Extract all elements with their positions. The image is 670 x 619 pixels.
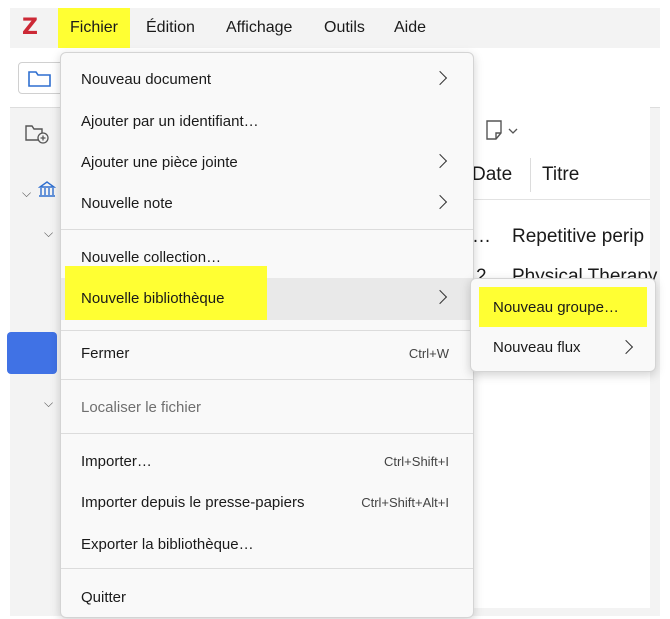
- menubar: Z Fichier Édition Affichage Outils Aide: [10, 8, 660, 48]
- menu-separator: [61, 229, 473, 230]
- library-icon: [38, 181, 56, 197]
- menu-separator: [61, 379, 473, 380]
- menu-separator: [61, 568, 473, 569]
- library-tab[interactable]: [18, 62, 66, 94]
- menu-aide[interactable]: Aide: [382, 8, 438, 48]
- column-separator: [530, 158, 531, 192]
- chevron-right-icon: [432, 70, 448, 86]
- expand-chevron-icon[interactable]: ⌵: [44, 226, 53, 241]
- selected-collection[interactable]: [7, 332, 57, 374]
- menu-separator: [61, 433, 473, 434]
- chevron-right-icon: [432, 194, 448, 210]
- menu-item-ajouter-piece-jointe[interactable]: Ajouter une pièce jointe: [61, 142, 473, 183]
- menu-item-nouvelle-bibliotheque[interactable]: Nouvelle bibliothèque: [61, 266, 473, 320]
- chevron-right-icon: [432, 153, 448, 169]
- menu-item-nouveau-flux[interactable]: Nouveau flux: [471, 327, 655, 369]
- folder-icon: [28, 71, 51, 87]
- column-date[interactable]: Date: [472, 164, 512, 186]
- menu-item-nouvelle-note[interactable]: Nouvelle note: [61, 183, 473, 224]
- library-submenu: Nouveau groupe… Nouveau flux: [470, 278, 656, 372]
- menu-item-nouveau-groupe[interactable]: Nouveau groupe…: [471, 283, 655, 327]
- chevron-right-icon: [618, 339, 634, 355]
- menu-item-localiser-fichier: Localiser le fichier: [81, 399, 202, 416]
- menu-item-importer[interactable]: Importer… Ctrl+Shift+I: [61, 441, 473, 482]
- menu-edition[interactable]: Édition: [134, 8, 207, 48]
- file-menu: Nouveau document Ajouter par un identifi…: [60, 52, 474, 618]
- row-title[interactable]: Repetitive perip: [512, 226, 644, 248]
- menu-item-exporter-bibliotheque[interactable]: Exporter la bibliothèque…: [61, 524, 473, 565]
- zotero-logo: Z: [22, 15, 38, 40]
- row-date: …: [472, 226, 491, 247]
- menu-fichier[interactable]: Fichier: [58, 8, 131, 48]
- menu-item-importer-presse-papiers[interactable]: Importer depuis le presse-papiers Ctrl+S…: [61, 482, 473, 523]
- menu-item-quitter[interactable]: Quitter: [61, 577, 473, 618]
- menu-item-ajouter-identifiant[interactable]: Ajouter par un identifiant…: [61, 101, 473, 142]
- expand-chevron-icon[interactable]: ⌵: [44, 396, 53, 411]
- menu-affichage[interactable]: Affichage: [214, 8, 304, 48]
- menu-item-fermer[interactable]: Fermer Ctrl+W: [61, 333, 473, 374]
- column-title[interactable]: Titre: [542, 164, 579, 186]
- new-note-icon[interactable]: [484, 118, 524, 144]
- new-collection-icon[interactable]: [24, 120, 50, 144]
- menu-outils[interactable]: Outils: [312, 8, 377, 48]
- expand-chevron-icon[interactable]: ⌵: [22, 186, 31, 201]
- menu-separator: [61, 330, 473, 331]
- chevron-right-icon: [432, 289, 448, 305]
- menu-item-nouveau-document[interactable]: Nouveau document: [61, 59, 473, 100]
